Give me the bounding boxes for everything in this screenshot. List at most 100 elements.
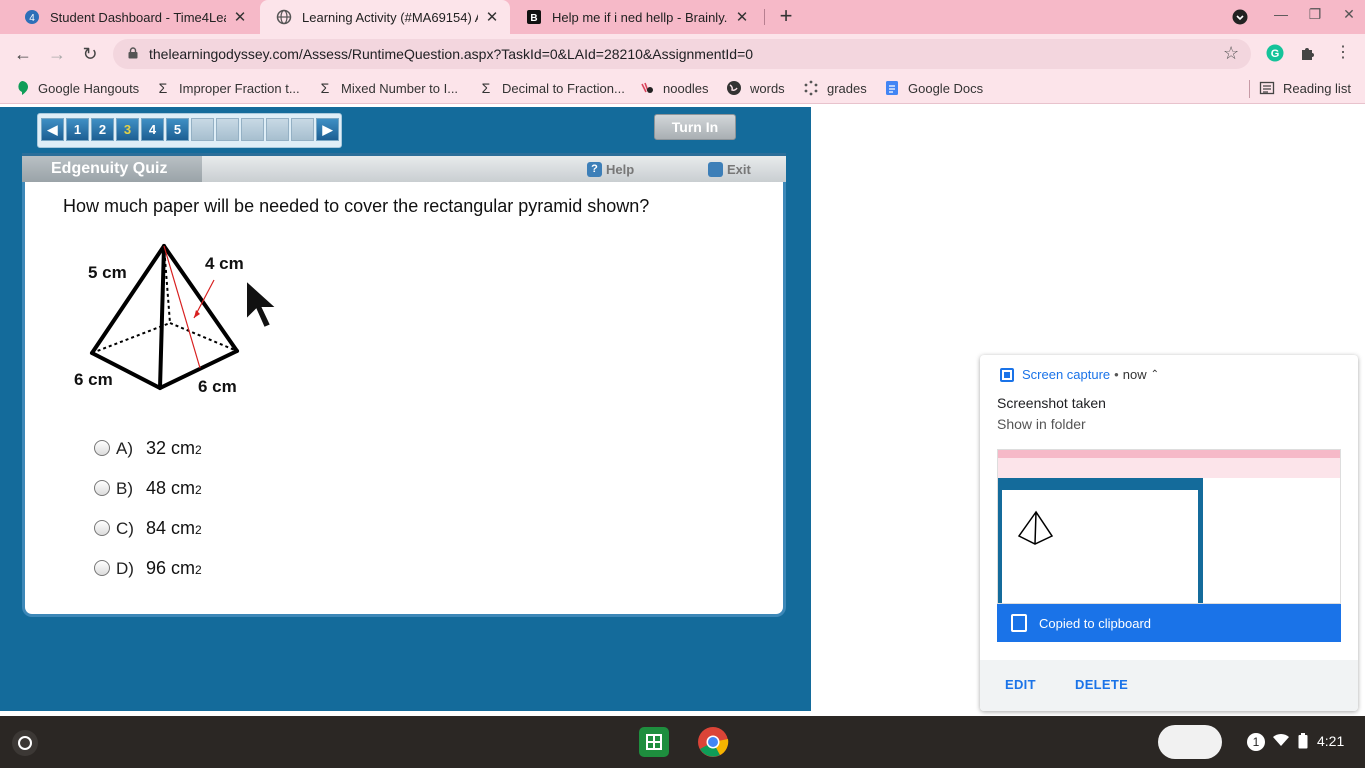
bookmark-grades[interactable]: grades (803, 80, 867, 96)
bookmark-noodles[interactable]: noodles (639, 80, 709, 96)
question-page-empty (241, 118, 264, 141)
screenshot-thumbnail[interactable] (997, 449, 1341, 604)
time4learning-icon: 4 (25, 10, 39, 24)
question-page-empty (191, 118, 214, 141)
question-page-4[interactable]: 4 (141, 118, 164, 141)
close-window-icon[interactable]: ✕ (1338, 6, 1360, 23)
notification-header: Screen capture • now ⌃ (1000, 367, 1159, 382)
tab-student-dashboard[interactable]: 4 Student Dashboard - Time4Learning ✕ (8, 0, 260, 34)
quiz-title: Edgenuity Quiz (22, 156, 202, 182)
bookmark-decimal-to-fraction[interactable]: Σ Decimal to Fraction... (478, 80, 625, 96)
question-page-2[interactable]: 2 (91, 118, 114, 141)
launcher-icon[interactable] (12, 730, 38, 756)
svg-text:B: B (530, 13, 537, 24)
bookmark-improper-fraction[interactable]: Σ Improper Fraction t... (155, 80, 300, 96)
clock[interactable]: 4:21 (1317, 733, 1344, 749)
question-page-1[interactable]: 1 (66, 118, 89, 141)
tab-search-icon[interactable] (1232, 9, 1248, 25)
exit-icon (708, 162, 723, 177)
question-page-empty (216, 118, 239, 141)
radio-button[interactable] (94, 440, 110, 456)
dimension-label: 4 cm (205, 254, 244, 273)
battery-icon[interactable] (1298, 733, 1308, 752)
tab-title: Help me if i ned hellp - Brainly.com (552, 9, 728, 25)
brainly-icon: B (527, 10, 541, 24)
turn-in-button[interactable]: Turn In (654, 114, 736, 140)
tab-learning-activity[interactable]: Learning Activity (#MA69154) AC ✕ (260, 0, 510, 34)
answer-option-b[interactable]: B) 48 cm 2 (94, 478, 202, 499)
notification-count-badge[interactable]: 1 (1247, 733, 1265, 751)
dimension-label: 6 cm (74, 370, 113, 389)
noodles-icon (639, 80, 655, 96)
question-page-empty (266, 118, 289, 141)
dimension-label: 6 cm (198, 377, 237, 396)
docs-icon (884, 80, 900, 96)
tab-separator (764, 9, 765, 25)
answer-option-a[interactable]: A) 32 cm 2 (94, 438, 202, 459)
tab-title: Student Dashboard - Time4Learning (50, 9, 226, 25)
reload-icon[interactable]: ↻ (78, 42, 102, 66)
chrome-app-icon[interactable] (696, 725, 730, 759)
menu-icon[interactable]: ⋮ (1334, 44, 1352, 62)
close-tab-icon[interactable]: ✕ (232, 8, 248, 26)
answer-option-c[interactable]: C) 84 cm 2 (94, 518, 202, 539)
globe-icon (726, 80, 742, 96)
new-tab-button[interactable]: + (774, 5, 798, 29)
close-tab-icon[interactable]: ✕ (484, 8, 500, 26)
sigma-icon: Σ (158, 80, 168, 96)
minimize-icon[interactable]: — (1270, 6, 1292, 22)
dimension-label: 5 cm (88, 263, 127, 282)
url-text[interactable]: thelearningodyssey.com/Assess/RuntimeQue… (149, 46, 753, 62)
answer-option-d[interactable]: D) 96 cm 2 (94, 558, 202, 579)
sigma-icon: Σ (320, 80, 330, 96)
help-button[interactable]: ? Help (587, 162, 634, 177)
next-question-button[interactable]: ▶ (316, 118, 339, 141)
radio-button[interactable] (94, 480, 110, 496)
notification-footer (980, 660, 1358, 711)
sigma-icon: Σ (481, 80, 491, 96)
question-page-5[interactable]: 5 (166, 118, 189, 141)
wifi-icon[interactable] (1272, 733, 1290, 750)
edit-button[interactable]: EDIT (1005, 677, 1036, 692)
back-icon[interactable]: ← (11, 42, 35, 66)
bookmark-separator (1249, 80, 1250, 98)
previous-question-button[interactable]: ◀ (41, 118, 64, 141)
reading-list-button[interactable]: Reading list (1259, 80, 1351, 96)
bookmark-star-icon[interactable]: ☆ (1223, 43, 1239, 64)
grammarly-icon[interactable]: G (1266, 44, 1284, 62)
reading-list-icon (1259, 80, 1275, 96)
hangouts-icon (14, 80, 30, 96)
globe-icon (276, 9, 292, 25)
forward-icon[interactable]: → (45, 42, 69, 66)
help-icon: ? (587, 162, 602, 177)
svg-text:4: 4 (29, 13, 35, 24)
sheets-app-icon[interactable] (637, 725, 671, 759)
extensions-icon[interactable] (1299, 44, 1317, 62)
exit-button[interactable]: Exit (708, 162, 751, 177)
separator-dot: • (1114, 367, 1119, 382)
bookmark-mixed-number[interactable]: Σ Mixed Number to I... (317, 80, 458, 96)
question-page-3[interactable]: 3 (116, 118, 139, 141)
delete-button[interactable]: DELETE (1075, 677, 1128, 692)
tab-brainly[interactable]: B Help me if i ned hellp - Brainly.com ✕ (510, 0, 762, 34)
thumbnail-tabstrip (998, 450, 1340, 458)
show-in-folder-link[interactable]: Show in folder (997, 416, 1086, 432)
thumbnail-pyramid (1017, 510, 1054, 545)
question-page-empty (291, 118, 314, 141)
radio-button[interactable] (94, 560, 110, 576)
clipboard-icon (1011, 614, 1027, 632)
bookmark-google-hangouts[interactable]: Google Hangouts (14, 80, 139, 96)
svg-text:G: G (1271, 48, 1280, 60)
holding-space-tray[interactable] (1158, 725, 1222, 759)
notification-title: Screenshot taken (997, 395, 1106, 411)
copied-banner: Copied to clipboard (997, 604, 1341, 642)
radio-button[interactable] (94, 520, 110, 536)
close-tab-icon[interactable]: ✕ (734, 8, 750, 26)
restore-icon[interactable]: ❐ (1304, 6, 1326, 23)
mouse-cursor-icon (245, 278, 280, 330)
bookmark-words[interactable]: words (726, 80, 785, 96)
tab-title: Learning Activity (#MA69154) AC (302, 9, 478, 25)
chevron-up-icon[interactable]: ⌃ (1151, 369, 1159, 380)
bookmark-google-docs[interactable]: Google Docs (884, 80, 983, 96)
lock-icon[interactable] (128, 47, 138, 59)
